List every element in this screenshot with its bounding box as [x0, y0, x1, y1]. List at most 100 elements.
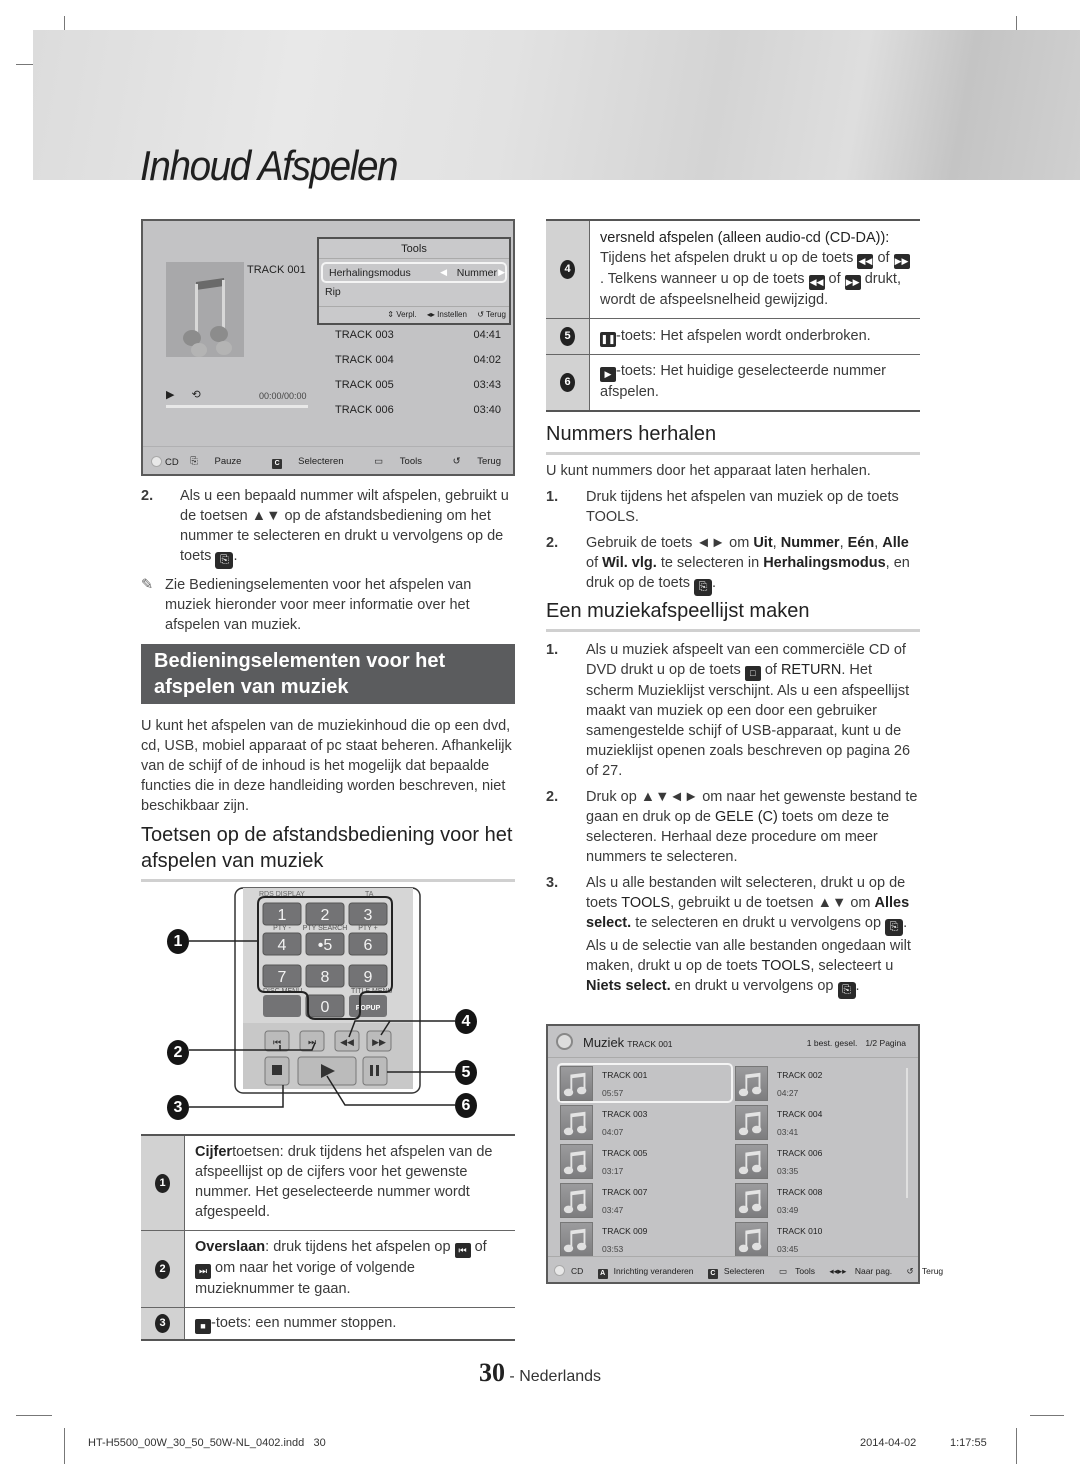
- option-value: Nummer: [456, 267, 497, 279]
- select-label: Selecteren: [723, 1266, 765, 1276]
- track-duration: 03:41: [777, 1127, 799, 1137]
- music-note-icon: [560, 1105, 593, 1140]
- track-tile[interactable]: TRACK 007 03:47: [560, 1183, 730, 1220]
- mode-name: Herhalingsmodus: [763, 555, 886, 571]
- option-nummer: Nummer: [780, 535, 840, 551]
- legend-description: -toets: Het afspelen wordt onderbroken.: [616, 328, 871, 344]
- hint-move: ⇕ Verpl.: [387, 310, 417, 319]
- track-duration: 03:47: [602, 1205, 624, 1215]
- legend-term: versneld afspelen (alleen audio-cd (CD-D…: [600, 230, 890, 246]
- forward-button: ▶▶: [366, 1030, 392, 1052]
- legend-number: 1: [155, 1173, 170, 1193]
- track-tile[interactable]: TRACK 006 03:35: [735, 1144, 905, 1181]
- option-uit: Uit: [753, 535, 773, 551]
- tools-option-repeat-mode[interactable]: Herhalingsmodus ◀ Nummer ▶: [321, 262, 507, 283]
- track-tile[interactable]: TRACK 004 03:41: [735, 1105, 905, 1142]
- track-name: TRACK 010: [777, 1226, 823, 1236]
- music-note-icon: [560, 1183, 593, 1218]
- intro-paragraph: U kunt het afspelen van de muziekinhoud …: [141, 718, 512, 814]
- track-duration: 04:02: [473, 354, 501, 366]
- tools-label: Tools: [399, 456, 422, 467]
- music-note-icon: [735, 1222, 768, 1257]
- screen-subtitle: TRACK 001: [627, 1039, 673, 1049]
- music-list-screen: Muziek TRACK 001 1 best. gesel. 1/2 Pagina…: [546, 1024, 943, 1284]
- svg-text:▶▶: ▶▶: [372, 1037, 386, 1047]
- key-sub-label: PTY -: [273, 925, 291, 932]
- crop-mark: [1030, 1415, 1064, 1416]
- back-hint: ↺ Terug: [439, 456, 501, 467]
- forward-key-icon: ▶▶: [893, 254, 910, 269]
- next-button: ⏭: [299, 1030, 325, 1052]
- tools-option-rip[interactable]: Rip: [319, 283, 509, 304]
- arrow-right-icon[interactable]: ▶: [498, 267, 505, 278]
- repeat-intro: U kunt nummers door het apparaat laten h…: [546, 463, 871, 479]
- track-name: TRACK 002: [777, 1070, 823, 1080]
- music-list-header: Muziek TRACK 001 1 best. gesel. 1/2 Pagina: [548, 1026, 918, 1058]
- a-key-icon: A: [597, 1269, 608, 1279]
- step-number: 2.: [546, 535, 559, 551]
- track-row[interactable]: TRACK 003 04:41: [335, 329, 501, 354]
- tools-key-text: TOOLS.: [586, 509, 639, 525]
- yellow-key-text: GELE (C): [715, 809, 778, 825]
- track-duration: 03:35: [777, 1166, 799, 1176]
- repeat-step-1: 1. Druk tijdens het afspelen van muziek …: [546, 487, 920, 527]
- track-row[interactable]: TRACK 005 03:43: [335, 379, 501, 404]
- music-note-icon: [560, 1066, 593, 1101]
- track-tile[interactable]: TRACK 009 03:53: [560, 1222, 730, 1259]
- track-name: TRACK 004: [335, 354, 394, 366]
- callout-6: 6: [455, 1093, 477, 1118]
- back-hint: ↺ Terug: [907, 1266, 950, 1276]
- track-duration: 03:53: [602, 1244, 624, 1254]
- album-art: [166, 262, 244, 357]
- skip-forward-icon: ⏭: [195, 1264, 211, 1279]
- return-icon: ↺: [906, 1266, 914, 1276]
- step-text: Druk tijdens het afspelen van muziek op …: [586, 489, 899, 505]
- track-name: TRACK 007: [602, 1187, 648, 1197]
- legend-row-1: 1 Cijfertoetsen: druk tijdens het afspel…: [141, 1136, 515, 1231]
- remote-heading: Toetsen op de afstandsbediening voor het…: [141, 822, 515, 882]
- track-row[interactable]: TRACK 004 04:02: [335, 354, 501, 379]
- legend-row-6: 6 ▶ -toets: Het huidige geselecteerde num…: [546, 355, 920, 410]
- player-controls: ▶ ⟲: [166, 388, 201, 401]
- controls-intro: U kunt het afspelen van de muziekinhoud …: [141, 716, 515, 816]
- track-tile[interactable]: TRACK 001 05:57: [557, 1063, 733, 1103]
- legend-table-left: 1 Cijfertoetsen: druk tijdens het afspel…: [141, 1134, 515, 1341]
- crop-mark: [1016, 1428, 1017, 1464]
- track-tile[interactable]: TRACK 003 04:07: [560, 1105, 730, 1142]
- step-number: 3.: [546, 875, 559, 891]
- legend-number: 2: [155, 1259, 170, 1279]
- page-number: 30: [478, 1358, 505, 1387]
- repeat-heading: Nummers herhalen: [546, 421, 920, 455]
- scrollbar[interactable]: [906, 1068, 908, 1198]
- source-hint: CD: [554, 1265, 589, 1276]
- track-tile[interactable]: TRACK 010 03:45: [735, 1222, 905, 1259]
- track-tile[interactable]: TRACK 005 03:17: [560, 1144, 730, 1181]
- track-duration: 03:45: [777, 1244, 799, 1254]
- legend-row-3: 3 ■ -toets: een nummer stoppen.: [141, 1308, 515, 1339]
- page-indicator: 1/2 Pagina: [865, 1038, 906, 1048]
- track-duration: 03:49: [777, 1205, 799, 1215]
- track-tile[interactable]: TRACK 008 03:49: [735, 1183, 905, 1220]
- track-duration: 04:41: [473, 329, 501, 341]
- tools-label: Tools: [795, 1266, 815, 1276]
- playback-time: 00:00/00:00: [259, 391, 307, 401]
- track-row[interactable]: TRACK 006 03:40: [335, 404, 501, 429]
- select-hint: C Selecteren: [707, 1266, 771, 1279]
- page-arrows-icon: ◂◂▸▸: [829, 1266, 847, 1276]
- cd-icon: [556, 1033, 573, 1050]
- option-label: Herhalingsmodus: [329, 267, 411, 279]
- arrow-left-icon[interactable]: ◀: [440, 267, 447, 278]
- screen-title: Muziek: [583, 1035, 625, 1050]
- pause-label: Pauze: [214, 456, 242, 467]
- number-key-label: 8: [321, 969, 330, 986]
- legend-row-5: 5 ❚❚-toets: Het afspelen wordt onderbrok…: [546, 319, 920, 355]
- hint-back: ↺ Terug: [477, 310, 506, 319]
- legend-description: -toets: Het huidige geselecteerde nummer…: [600, 363, 887, 400]
- page-footer: 30 - Nederlands: [0, 1358, 1080, 1388]
- select-label: Selecteren: [298, 456, 344, 467]
- svg-text:◀◀: ◀◀: [340, 1037, 354, 1047]
- track-tile[interactable]: TRACK 002 04:27: [735, 1066, 905, 1103]
- music-note-icon: [560, 1144, 593, 1179]
- track-name: TRACK 003: [335, 329, 394, 341]
- number-key-label: 3: [364, 907, 373, 924]
